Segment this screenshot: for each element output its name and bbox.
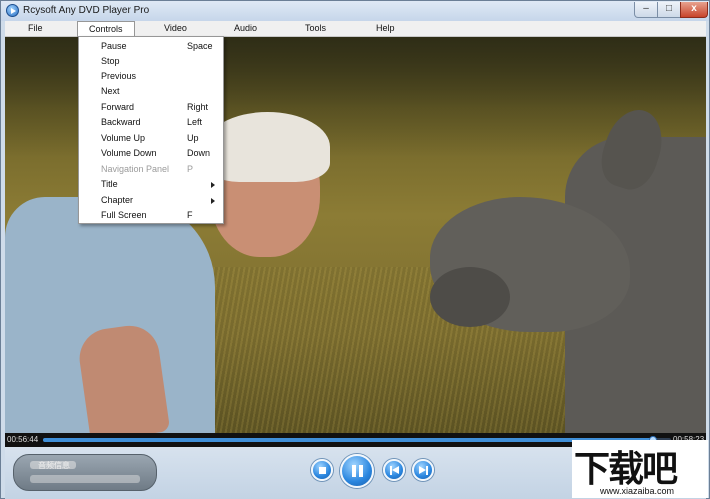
menu-item-previous[interactable]: Previous (79, 69, 223, 84)
app-window: Rcysoft Any DVD Player Pro – □ x File Co… (0, 0, 710, 499)
menu-item-full-screen[interactable]: Full Screen F (79, 208, 223, 223)
menu-item-label: Volume Down (101, 148, 157, 158)
menu-item-stop[interactable]: Stop (79, 54, 223, 69)
previous-button[interactable] (383, 459, 405, 481)
menu-audio[interactable]: Audio (234, 23, 257, 33)
minimize-button[interactable]: – (634, 2, 658, 18)
close-button[interactable]: x (680, 2, 708, 18)
pause-icon (352, 465, 356, 477)
menu-item-pause[interactable]: Pause Space (79, 39, 223, 54)
info-panel: 音频信息 (13, 454, 157, 491)
menu-item-shortcut: Up (187, 133, 199, 143)
menu-bar: File Controls Video Audio Tools Help (5, 21, 706, 37)
watermark-url: www.xiazaiba.com (600, 486, 675, 496)
window-title: Rcysoft Any DVD Player Pro (23, 5, 150, 16)
info-blur-line (30, 475, 140, 483)
menu-file[interactable]: File (28, 23, 43, 33)
menu-item-title[interactable]: Title (79, 177, 223, 192)
menu-video[interactable]: Video (164, 23, 187, 33)
next-button[interactable] (412, 459, 434, 481)
title-bar[interactable]: Rcysoft Any DVD Player Pro – □ x (1, 1, 709, 21)
menu-item-label: Forward (101, 102, 135, 112)
menu-item-label: Title (101, 179, 118, 189)
menu-item-shortcut: Right (187, 102, 209, 112)
menu-controls[interactable]: Controls (77, 21, 135, 37)
menu-item-shortcut: Down (187, 148, 211, 158)
menu-item-backward[interactable]: Backward Left (79, 115, 223, 130)
menu-item-label: Volume Up (101, 133, 146, 143)
pause-icon (359, 465, 363, 477)
current-time: 00:56:44 (7, 435, 39, 444)
watermark-logo: 下载吧 www.xiazaiba.com (572, 440, 708, 498)
watermark-main: 下载吧 (574, 449, 678, 490)
menu-item-shortcut: Left (187, 117, 203, 127)
menu-item-label: Next (101, 86, 120, 96)
menu-item-label: Navigation Panel (101, 164, 170, 174)
menu-item-forward[interactable]: Forward Right (79, 100, 223, 115)
menu-item-volume-down[interactable]: Volume Down Down (79, 146, 223, 161)
menu-item-chapter[interactable]: Chapter (79, 193, 223, 208)
menu-tools[interactable]: Tools (305, 23, 326, 33)
info-text: 音频信息 (38, 461, 70, 470)
menu-item-shortcut: Space (187, 41, 213, 51)
menu-item-volume-up[interactable]: Volume Up Up (79, 131, 223, 146)
submenu-arrow-icon (211, 182, 215, 188)
app-play-icon (6, 4, 19, 17)
stop-button[interactable] (311, 459, 333, 481)
submenu-arrow-icon (211, 198, 215, 204)
menu-item-next[interactable]: Next (79, 84, 223, 99)
menu-item-label: Full Screen (101, 210, 147, 220)
maximize-button[interactable]: □ (657, 2, 681, 18)
menu-item-label: Stop (101, 56, 120, 66)
controls-dropdown-menu: Pause Space Stop Previous Next Forward R… (78, 36, 224, 224)
stop-icon (319, 467, 326, 474)
pause-button[interactable] (340, 454, 374, 488)
menu-item-label: Previous (101, 71, 137, 81)
previous-icon (392, 466, 399, 474)
next-icon (426, 466, 428, 475)
menu-item-label: Backward (101, 117, 141, 127)
menu-item-label: Pause (101, 41, 127, 51)
menu-item-shortcut: P (187, 164, 194, 174)
video-rhino-snout (430, 267, 510, 327)
seek-fill (43, 438, 654, 442)
menu-item-shortcut: F (187, 210, 193, 220)
menu-item-label: Chapter (101, 195, 134, 205)
menu-help[interactable]: Help (376, 23, 395, 33)
menu-item-navigation-panel: Navigation Panel P (79, 162, 223, 177)
next-icon (419, 466, 426, 474)
